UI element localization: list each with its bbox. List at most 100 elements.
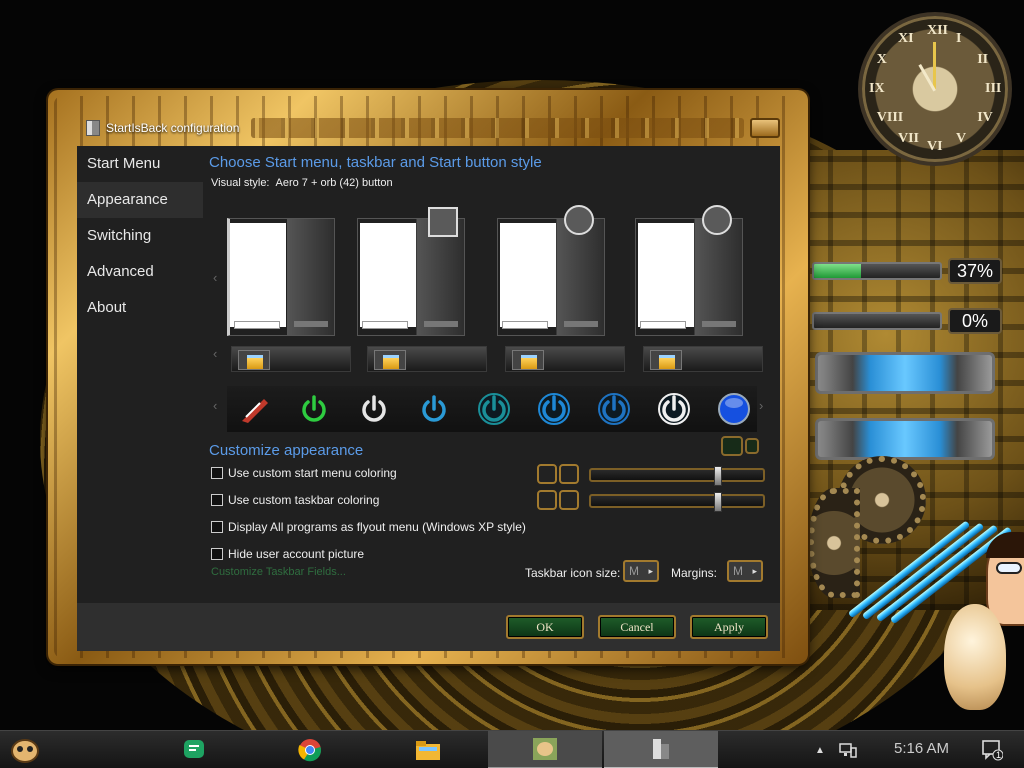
- checkbox-custom-start-menu-coloring[interactable]: Use custom start menu coloring: [211, 466, 397, 480]
- title-ornament: [251, 118, 744, 138]
- visual-style-line: Visual style: Aero 7 + orb (42) button: [211, 177, 775, 189]
- folder-icon: [650, 350, 682, 370]
- nav-item-switching[interactable]: Switching: [77, 218, 203, 254]
- action-center-button[interactable]: 1: [976, 731, 1008, 768]
- user-avatar-icon: [428, 207, 458, 237]
- add-style-icon[interactable]: [721, 436, 743, 456]
- meter-gadget-1: 37%: [812, 258, 1002, 286]
- orb-next-arrow[interactable]: ›: [759, 398, 763, 413]
- blue-pipes-decoration: [847, 520, 1013, 625]
- title-bar[interactable]: StartIsBack configuration: [76, 112, 780, 144]
- clock-numeral: III: [985, 81, 1002, 96]
- ok-button[interactable]: OK: [506, 615, 584, 639]
- checkbox-flyout-menu[interactable]: Display All programs as flyout menu (Win…: [211, 520, 526, 534]
- nav-item-advanced[interactable]: Advanced: [77, 254, 203, 290]
- customize-section-title: Customize appearance: [209, 442, 364, 459]
- checkbox-label: Use custom start menu coloring: [228, 466, 397, 480]
- close-button[interactable]: [750, 118, 780, 138]
- blue-ring-power-icon[interactable]: [595, 390, 633, 428]
- taskbar-style-3[interactable]: [505, 346, 625, 372]
- slider-thumb[interactable]: [714, 492, 722, 512]
- clock-numeral: II: [977, 52, 989, 67]
- hamster-gadget-icon[interactable]: [944, 604, 1006, 710]
- start-button-orb-previews: [227, 386, 757, 432]
- start-menu-style-1[interactable]: [227, 218, 335, 336]
- meter-track: [812, 262, 942, 280]
- hangouts-taskbar-button[interactable]: [172, 731, 216, 768]
- green-power-icon[interactable]: [295, 390, 333, 428]
- taskbar-style-1[interactable]: [231, 346, 351, 372]
- clock-numeral: VII: [898, 131, 920, 147]
- app-icon: [86, 120, 100, 136]
- clock-numeral: IV: [977, 110, 993, 125]
- start-button[interactable]: [0, 731, 50, 768]
- clock-numeral: X: [876, 52, 887, 67]
- taskbar-color-picker[interactable]: [537, 490, 557, 510]
- windows-taskbar: ▲ 5:16 AM 1: [0, 730, 1024, 768]
- dark-blue-power-icon[interactable]: [535, 390, 573, 428]
- dialog-client-area: Start Menu Appearance Switching Advanced…: [77, 146, 780, 603]
- customize-taskbar-link[interactable]: Customize Taskbar Fields...: [211, 566, 346, 578]
- nav-item-start-menu[interactable]: Start Menu: [77, 146, 203, 182]
- margins-select[interactable]: M: [727, 560, 763, 582]
- dialog-footer: OK Cancel Apply: [77, 603, 780, 651]
- visual-style-value: Aero 7 + orb (42) button: [275, 177, 393, 189]
- start-menu-style-4[interactable]: [635, 205, 743, 336]
- steam-tube-gauge-1: [815, 352, 995, 394]
- notification-count: 1: [996, 750, 1002, 760]
- steam-tube-gauge-2: [815, 418, 995, 460]
- white-ring-power-icon[interactable]: [655, 390, 693, 428]
- taskbar-style-4[interactable]: [643, 346, 763, 372]
- hamster-game-taskbar-button[interactable]: [488, 731, 602, 768]
- show-hidden-icons-chevron-up-icon[interactable]: ▲: [810, 731, 830, 768]
- checkbox[interactable]: [211, 548, 223, 560]
- startisback-config-icon: [653, 739, 669, 759]
- checkbox-custom-taskbar-coloring[interactable]: Use custom taskbar coloring: [211, 493, 379, 507]
- blue-power-icon[interactable]: [415, 390, 453, 428]
- white-power-icon[interactable]: [355, 390, 393, 428]
- startisback-taskbar-button[interactable]: [604, 731, 718, 768]
- clock-minute-hand: [933, 42, 936, 90]
- nav-item-appearance[interactable]: Appearance: [77, 182, 203, 218]
- start-menu-opacity-slider[interactable]: [589, 466, 765, 486]
- feather-orb-icon[interactable]: [235, 390, 273, 428]
- start-menu-style-3[interactable]: [497, 205, 605, 336]
- checkbox[interactable]: [211, 494, 223, 506]
- slider-thumb[interactable]: [714, 466, 722, 486]
- file-explorer-taskbar-button[interactable]: [404, 731, 452, 768]
- taskbar-prev-arrow[interactable]: ‹: [213, 346, 217, 361]
- meter-percent-label: 0%: [948, 308, 1002, 334]
- cancel-button[interactable]: Cancel: [598, 615, 676, 639]
- checkbox-hide-user-picture[interactable]: Hide user account picture: [211, 547, 364, 561]
- visual-style-label: Visual style:: [211, 177, 270, 189]
- clock-time[interactable]: 5:16 AM: [894, 740, 949, 757]
- blue-glass-orb-icon[interactable]: [715, 390, 753, 428]
- taskbar-style-2[interactable]: [367, 346, 487, 372]
- orb-prev-arrow[interactable]: ‹: [213, 398, 217, 413]
- taskbar-icon-size-select[interactable]: M: [623, 560, 659, 582]
- start-menu-style-2[interactable]: [357, 207, 465, 336]
- taskbar-color-picker-2[interactable]: [559, 490, 579, 510]
- user-avatar-icon: [564, 205, 594, 235]
- start-menu-prev-arrow[interactable]: ‹: [213, 270, 217, 285]
- taskbar-opacity-slider[interactable]: [589, 492, 765, 512]
- network-tray-button[interactable]: [836, 731, 860, 768]
- chrome-icon: [298, 739, 322, 762]
- apply-button[interactable]: Apply: [690, 615, 768, 639]
- start-menu-color-picker[interactable]: [537, 464, 557, 484]
- cartoon-glasses: [996, 562, 1022, 574]
- appearance-panel: Choose Start menu, taskbar and Start but…: [209, 146, 775, 603]
- clock-numeral: V: [956, 131, 967, 147]
- hangouts-icon: [184, 740, 204, 758]
- teal-power-icon[interactable]: [475, 390, 513, 428]
- settings-small-icon[interactable]: [745, 438, 759, 454]
- start-menu-color-picker-2[interactable]: [559, 464, 579, 484]
- checkbox[interactable]: [211, 467, 223, 479]
- chrome-taskbar-button[interactable]: [288, 731, 332, 768]
- clock-numeral: I: [956, 30, 962, 46]
- user-avatar-icon: [702, 205, 732, 235]
- checkbox[interactable]: [211, 521, 223, 533]
- nav-item-about[interactable]: About: [77, 290, 203, 326]
- steampunk-clock-gadget[interactable]: XII I II III IV V VI VII VIII IX X XI: [852, 4, 1020, 172]
- startisback-config-window: StartIsBack configuration Start Menu App…: [48, 90, 808, 664]
